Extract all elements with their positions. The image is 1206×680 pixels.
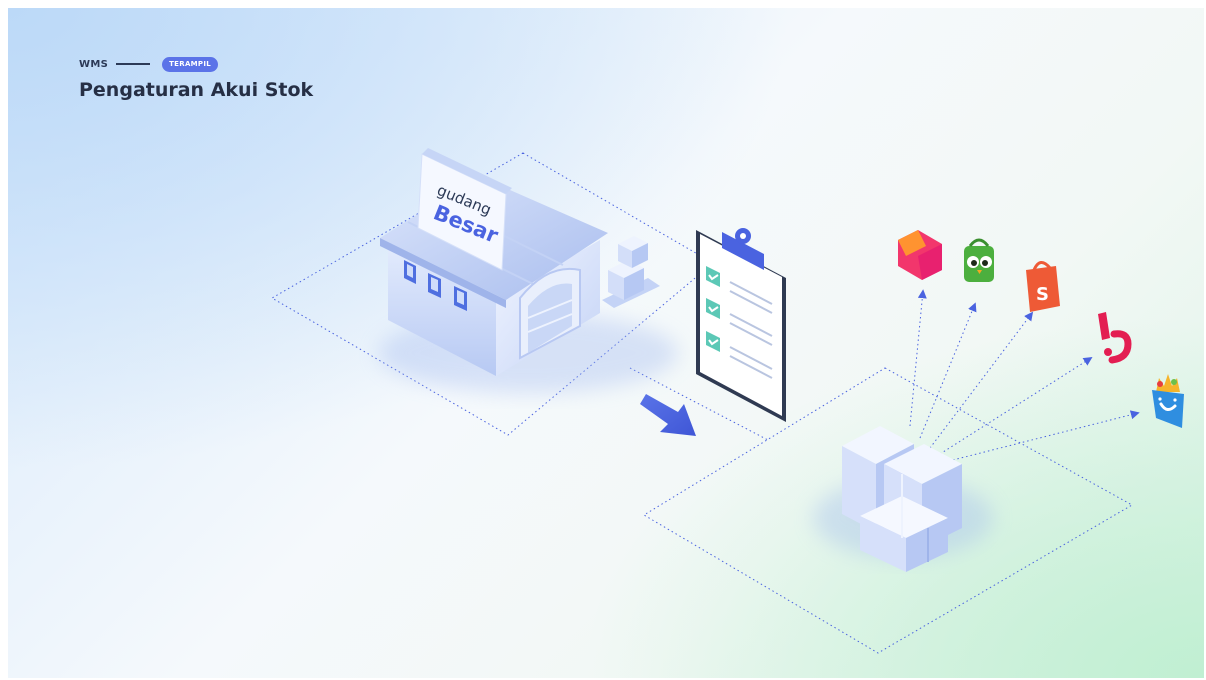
shopee-logo-icon: S	[1026, 261, 1060, 312]
breadcrumb-separator	[116, 63, 151, 65]
status-badge: TERAMPIL	[162, 56, 219, 72]
illustration-canvas: gudang Besar S WMS TERAMPIL Pengaturan A…	[8, 8, 1204, 678]
svg-text:S: S	[1036, 284, 1049, 305]
page-title: Pengaturan Akui Stok	[79, 79, 314, 101]
bukalapak-logo-icon	[1098, 312, 1132, 364]
stock-flow-illustration: gudang Besar S	[271, 148, 1184, 654]
tokopedia-logo-icon	[964, 238, 994, 282]
breadcrumb: WMS TERAMPIL	[79, 56, 313, 72]
lazada-logo-icon	[898, 230, 942, 280]
breadcrumb-module: WMS	[79, 58, 109, 70]
checklist-clipboard-icon	[696, 228, 786, 422]
blibli-logo-icon	[1152, 374, 1184, 428]
page-header: WMS TERAMPIL Pengaturan Akui Stok	[79, 56, 313, 101]
pallet-boxes	[602, 236, 660, 308]
right-down-arrow-icon	[640, 394, 696, 436]
